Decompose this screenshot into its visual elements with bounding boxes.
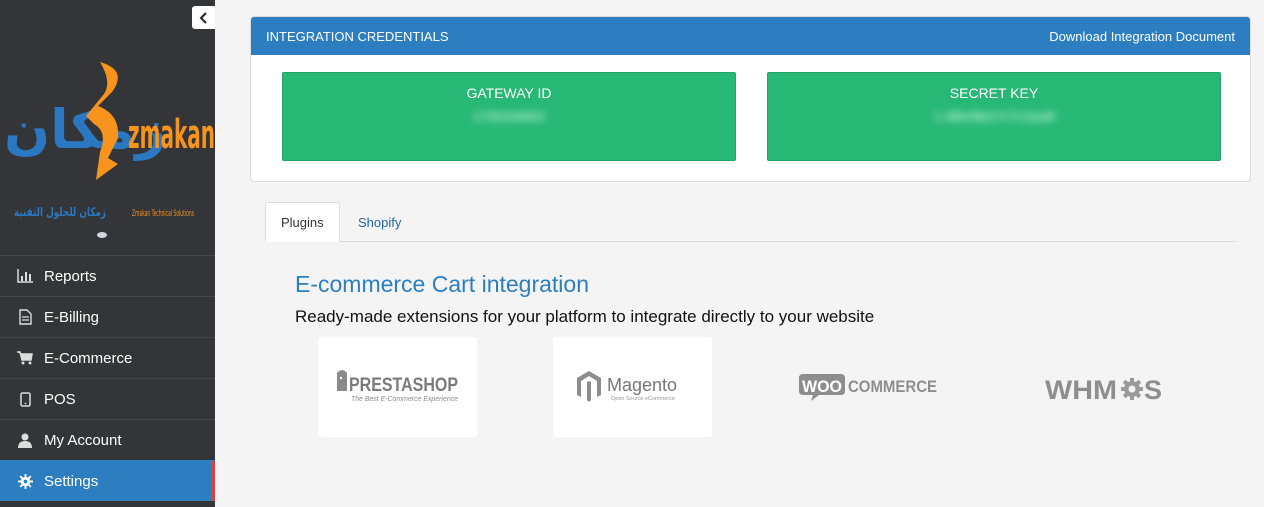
sidebar-nav: Reports E-Billing E-Commerce POS My Acco… [0, 255, 215, 501]
whmcs-logo: WHM S [1045, 375, 1162, 405]
prestashop-plugin[interactable]: PRESTASHOP The Best E-Commerce Experienc… [318, 337, 477, 437]
panel-title: INTEGRATION CREDENTIALS [266, 28, 449, 44]
sidebar-item-label: POS [44, 390, 76, 408]
chevron-left-icon [199, 11, 207, 24]
svg-text:زمكان للحلول التقنية: زمكان للحلول التقنية [14, 205, 106, 220]
sidebar-item-reports[interactable]: Reports [0, 255, 215, 296]
whmcs-plugin[interactable]: WHM S [1025, 337, 1184, 437]
integration-title: E-commerce Cart integration [295, 271, 589, 297]
svg-text:WOO: WOO [802, 377, 842, 396]
sidebar-collapse-button[interactable] [192, 6, 215, 29]
bar-chart-icon [17, 268, 33, 284]
secret-key-label: SECRET KEY [949, 85, 1039, 101]
magento-plugin[interactable]: Magento Open Source eCommerce [553, 337, 712, 437]
sidebar-item-e-commerce[interactable]: E-Commerce [0, 337, 215, 378]
zmakan-logo: زمكان zmakan زمكان للحلول التقنية Zmakan… [0, 40, 215, 250]
gateway-id-box: GATEWAY ID 1730249902 [282, 72, 736, 161]
integration-subtitle: Ready-made extensions for your platform … [295, 307, 875, 326]
sidebar-item-label: Settings [44, 472, 99, 490]
gear-icon [17, 473, 33, 489]
sidebar-item-label: E-Commerce [44, 349, 133, 367]
woocommerce-logo: WOO COMMERCE [798, 374, 937, 401]
tab-plugins[interactable]: Plugins [265, 202, 340, 242]
prestashop-logo: PRESTASHOP The Best E-Commerce Experienc… [336, 370, 458, 403]
integration-credentials-panel: INTEGRATION CREDENTIALS Download Integra… [250, 16, 1251, 182]
panel-header: INTEGRATION CREDENTIALS Download Integra… [251, 17, 1250, 55]
svg-text:zmakan: zmakan [128, 112, 215, 158]
cart-icon [17, 350, 33, 366]
svg-text:WHM: WHM [1045, 375, 1117, 405]
gateway-id-label: GATEWAY ID [466, 85, 552, 101]
svg-text:COMMERCE: COMMERCE [848, 377, 937, 396]
secret-key-value: 1-3f8cf9b27c7c1ba9f [933, 109, 1055, 124]
integration-tabs: Plugins Shopify [265, 202, 1237, 242]
svg-text:PRESTASHOP: PRESTASHOP [349, 375, 458, 396]
sidebar-item-label: E-Billing [44, 308, 100, 326]
gateway-id-value: 1730249902 [472, 109, 546, 124]
woocommerce-plugin[interactable]: WOO COMMERCE [788, 337, 947, 437]
svg-text:Zmakan Technical Solutions: Zmakan Technical Solutions [132, 209, 194, 219]
sidebar-item-my-account[interactable]: My Account [0, 419, 215, 460]
sidebar-item-pos[interactable]: POS [0, 378, 215, 419]
document-icon [17, 309, 33, 325]
sidebar: زمكان zmakan زمكان للحلول التقنية Zmakan… [0, 0, 215, 507]
svg-text:Magento: Magento [607, 375, 677, 395]
sidebar-item-settings[interactable]: Settings [0, 460, 215, 501]
sidebar-item-e-billing[interactable]: E-Billing [0, 296, 215, 337]
whmcs-gear-icon [1120, 378, 1143, 400]
sidebar-item-label: Reports [44, 267, 97, 285]
svg-text:S: S [1144, 375, 1162, 405]
svg-text:Open Source eCommerce: Open Source eCommerce [611, 396, 675, 402]
secret-key-box: SECRET KEY 1-3f8cf9b27c7c1ba9f [767, 72, 1221, 161]
download-integration-document-link[interactable]: Download Integration Document [1049, 29, 1235, 44]
svg-text:The Best E-Commerce Experience: The Best E-Commerce Experience [351, 394, 458, 403]
magento-logo: Magento Open Source eCommerce [576, 371, 677, 402]
sidebar-item-label: My Account [44, 431, 122, 449]
user-icon [17, 432, 33, 448]
tablet-icon [17, 391, 33, 407]
tab-shopify[interactable]: Shopify [343, 202, 416, 242]
